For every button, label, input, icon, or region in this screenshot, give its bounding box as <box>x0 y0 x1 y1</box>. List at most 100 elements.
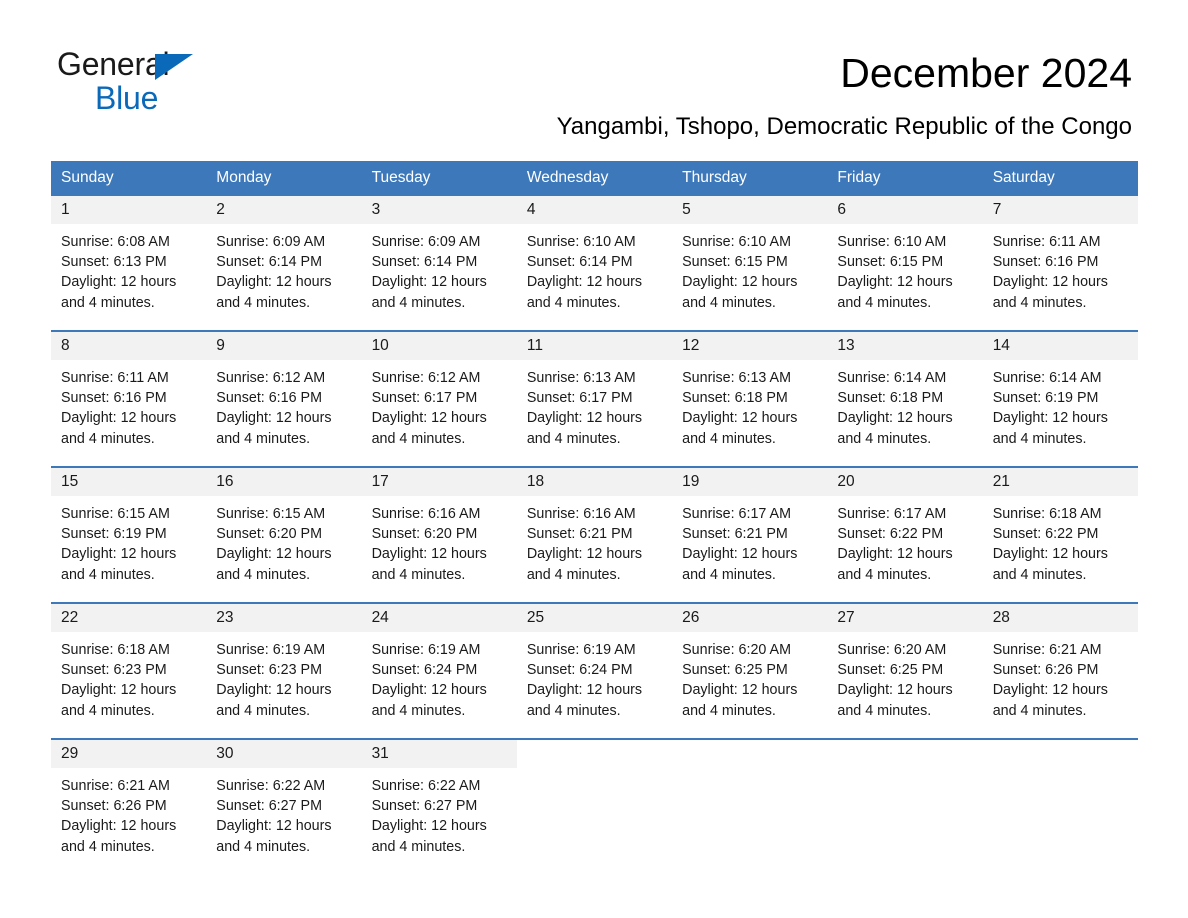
sunrise-text: Sunrise: 6:14 AM <box>837 370 947 386</box>
daylight-text: Daylight: 12 hours and 4 minutes. <box>371 818 487 855</box>
calendar-empty-cell <box>516 740 673 874</box>
sunset-text: Sunset: 6:25 PM <box>837 662 944 679</box>
dow-friday: Friday <box>837 169 881 186</box>
day-details: Sunrise: 6:10 AM Sunset: 6:14 PM Daylight:… <box>517 224 672 313</box>
sunrise-text: Sunrise: 6:21 AM <box>61 778 170 794</box>
calendar-day-cell[interactable]: 7 Sunrise: 6:11 AM Sunset: 6:16 PM Daylight… <box>982 196 1138 330</box>
calendar-day-cell[interactable]: 11 Sunrise: 6:13 AM Sunset: 6:17 PM Dayligh… <box>516 332 673 466</box>
day-number-band: 8 <box>51 332 207 360</box>
page-title: December 2024 <box>840 50 1132 96</box>
sunset-text: Sunset: 6:23 PM <box>61 662 167 679</box>
sunrise-text: Sunrise: 6:19 AM <box>526 642 636 658</box>
sunrise-text: Sunrise: 6:22 AM <box>371 778 481 794</box>
day-number-band: 14 <box>982 332 1138 360</box>
day-number: 4 <box>526 201 536 218</box>
calendar-day-cell[interactable]: 5 Sunrise: 6:10 AM Sunset: 6:15 PM Daylight… <box>672 196 828 330</box>
calendar-day-cell[interactable]: 21 Sunrise: 6:18 AM Sunset: 6:22 PM Dayligh… <box>982 468 1138 602</box>
calendar-week-row: 1 Sunrise: 6:08 AM Sunset: 6:13 PM Daylight… <box>51 196 1138 330</box>
day-number-band: 13 <box>827 332 983 360</box>
calendar-empty-cell <box>982 740 1138 874</box>
calendar-day-cell[interactable]: 2 Sunrise: 6:09 AM Sunset: 6:14 PM Daylight… <box>206 196 362 330</box>
sunset-text: Sunset: 6:16 PM <box>992 254 1099 271</box>
calendar-day-cell[interactable]: 15 Sunrise: 6:15 AM Sunset: 6:19 PM Dayligh… <box>51 468 207 602</box>
calendar-day-cell[interactable]: 17 Sunrise: 6:16 AM Sunset: 6:20 PM Dayligh… <box>361 468 517 602</box>
day-number: 26 <box>682 609 700 626</box>
day-details: Sunrise: 6:11 AM Sunset: 6:16 PM Daylight:… <box>983 224 1138 313</box>
day-number: 16 <box>216 473 234 490</box>
calendar-day-cell[interactable]: 22 Sunrise: 6:18 AM Sunset: 6:23 PM Dayligh… <box>51 604 207 738</box>
day-number: 3 <box>371 201 381 218</box>
day-number-band: 31 <box>361 740 517 768</box>
calendar-day-cell[interactable]: 6 Sunrise: 6:10 AM Sunset: 6:15 PM Daylight… <box>827 196 983 330</box>
calendar-day-cell[interactable]: 20 Sunrise: 6:17 AM Sunset: 6:22 PM Dayligh… <box>827 468 983 602</box>
daylight-text: Daylight: 12 hours and 4 minutes. <box>682 274 798 311</box>
daylight-text: Daylight: 12 hours and 4 minutes. <box>682 546 798 583</box>
calendar-day-cell[interactable]: 30 Sunrise: 6:22 AM Sunset: 6:27 PM Dayligh… <box>206 740 362 874</box>
calendar-day-cell[interactable]: 28 Sunrise: 6:21 AM Sunset: 6:26 PM Dayligh… <box>982 604 1138 738</box>
calendar-day-cell[interactable]: 24 Sunrise: 6:19 AM Sunset: 6:24 PM Dayligh… <box>361 604 517 738</box>
day-number-band: 24 <box>361 604 517 632</box>
calendar-day-cell[interactable]: 23 Sunrise: 6:19 AM Sunset: 6:23 PM Dayligh… <box>206 604 362 738</box>
day-number: 31 <box>371 745 389 762</box>
sunrise-text: Sunrise: 6:21 AM <box>992 642 1102 658</box>
sunrise-text: Sunrise: 6:16 AM <box>371 506 481 522</box>
day-number: 15 <box>61 473 79 490</box>
day-number: 27 <box>837 609 855 626</box>
day-number-band: 2 <box>206 196 362 224</box>
calendar-day-cell[interactable]: 27 Sunrise: 6:20 AM Sunset: 6:25 PM Dayligh… <box>827 604 983 738</box>
day-details: Sunrise: 6:19 AM Sunset: 6:23 PM Daylight:… <box>206 632 361 721</box>
day-number-band: 4 <box>516 196 673 224</box>
sunset-text: Sunset: 6:18 PM <box>682 390 788 407</box>
calendar-day-cell[interactable]: 3 Sunrise: 6:09 AM Sunset: 6:14 PM Daylight… <box>361 196 517 330</box>
calendar-day-cell[interactable]: 14 Sunrise: 6:14 AM Sunset: 6:19 PM Dayligh… <box>982 332 1138 466</box>
day-number: 30 <box>216 745 234 762</box>
calendar-day-cell[interactable]: 16 Sunrise: 6:15 AM Sunset: 6:20 PM Dayligh… <box>206 468 362 602</box>
day-number: 7 <box>992 201 1002 218</box>
sunrise-text: Sunrise: 6:18 AM <box>61 642 170 658</box>
calendar-day-cell[interactable]: 31 Sunrise: 6:22 AM Sunset: 6:27 PM Dayligh… <box>361 740 517 874</box>
sunset-text: Sunset: 6:25 PM <box>682 662 788 679</box>
day-details: Sunrise: 6:13 AM Sunset: 6:17 PM Daylight:… <box>517 360 672 449</box>
sunrise-text: Sunrise: 6:15 AM <box>61 506 170 522</box>
day-number-band: 6 <box>827 196 983 224</box>
day-number-band: 17 <box>361 468 517 496</box>
dow-thursday: Thursday <box>682 169 747 186</box>
calendar-day-cell[interactable]: 10 Sunrise: 6:12 AM Sunset: 6:17 PM Dayligh… <box>361 332 517 466</box>
day-number: 12 <box>682 337 700 354</box>
day-number: 25 <box>526 609 545 626</box>
day-number-band: 12 <box>672 332 828 360</box>
daylight-text: Daylight: 12 hours and 4 minutes. <box>992 546 1108 583</box>
day-number-band <box>516 740 673 768</box>
calendar-day-cell[interactable]: 8 Sunrise: 6:11 AM Sunset: 6:16 PM Daylight… <box>51 332 207 466</box>
sunset-text: Sunset: 6:22 PM <box>992 526 1099 543</box>
calendar-day-cell[interactable]: 19 Sunrise: 6:17 AM Sunset: 6:21 PM Dayligh… <box>672 468 828 602</box>
day-number-band: 18 <box>516 468 673 496</box>
calendar-day-cell[interactable]: 1 Sunrise: 6:08 AM Sunset: 6:13 PM Daylight… <box>51 196 207 330</box>
sunset-text: Sunset: 6:19 PM <box>992 390 1099 407</box>
day-number: 29 <box>61 745 79 762</box>
day-number-band: 20 <box>827 468 983 496</box>
generalblue-logo[interactable]: General Blue <box>57 47 197 119</box>
calendar-day-cell[interactable]: 4 Sunrise: 6:10 AM Sunset: 6:14 PM Daylight… <box>516 196 673 330</box>
calendar-day-cell[interactable]: 13 Sunrise: 6:14 AM Sunset: 6:18 PM Dayligh… <box>827 332 983 466</box>
daylight-text: Daylight: 12 hours and 4 minutes. <box>216 546 332 583</box>
calendar-day-cell[interactable]: 9 Sunrise: 6:12 AM Sunset: 6:16 PM Daylight… <box>206 332 362 466</box>
calendar-day-cell[interactable]: 18 Sunrise: 6:16 AM Sunset: 6:21 PM Dayligh… <box>516 468 673 602</box>
day-number-band: 1 <box>51 196 207 224</box>
day-number: 10 <box>371 337 389 354</box>
day-number-band: 15 <box>51 468 207 496</box>
day-details: Sunrise: 6:20 AM Sunset: 6:25 PM Daylight:… <box>827 632 982 721</box>
daylight-text: Daylight: 12 hours and 4 minutes. <box>61 546 177 583</box>
day-details: Sunrise: 6:16 AM Sunset: 6:21 PM Daylight:… <box>517 496 672 585</box>
calendar-day-cell[interactable]: 12 Sunrise: 6:13 AM Sunset: 6:18 PM Dayligh… <box>672 332 828 466</box>
sunset-text: Sunset: 6:16 PM <box>61 390 167 407</box>
calendar-week-row: 15 Sunrise: 6:15 AM Sunset: 6:19 PM Dayligh… <box>51 466 1138 602</box>
calendar-day-cell[interactable]: 29 Sunrise: 6:21 AM Sunset: 6:26 PM Dayligh… <box>51 740 207 874</box>
sunset-text: Sunset: 6:27 PM <box>371 798 478 815</box>
sunrise-text: Sunrise: 6:11 AM <box>61 370 169 386</box>
daylight-text: Daylight: 12 hours and 4 minutes. <box>526 274 643 311</box>
dow-sunday: Sunday <box>61 169 114 186</box>
calendar-day-cell[interactable]: 25 Sunrise: 6:19 AM Sunset: 6:24 PM Dayligh… <box>516 604 673 738</box>
calendar-day-cell[interactable]: 26 Sunrise: 6:20 AM Sunset: 6:25 PM Dayligh… <box>672 604 828 738</box>
sunset-text: Sunset: 6:14 PM <box>216 254 322 271</box>
